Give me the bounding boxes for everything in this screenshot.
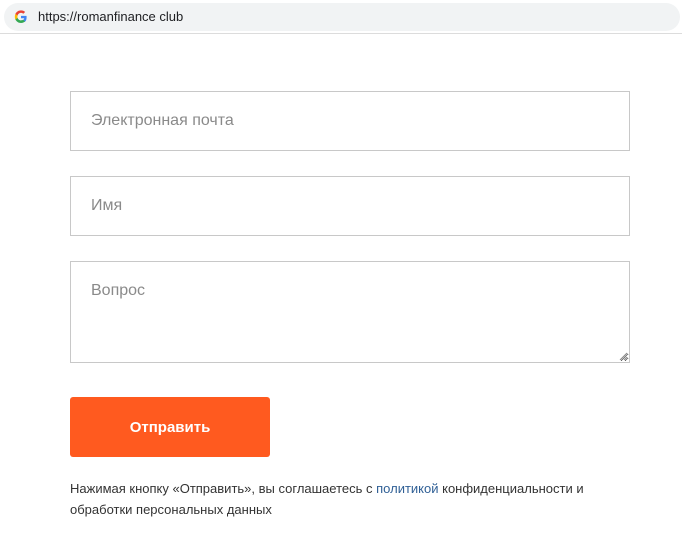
question-field[interactable] — [70, 261, 630, 363]
browser-toolbar: https://romanfinance club — [0, 0, 682, 34]
consent-text: Нажимая кнопку «Отправить», вы соглашает… — [70, 478, 640, 520]
privacy-policy-link[interactable]: политикой — [376, 481, 438, 496]
consent-text-before: Нажимая кнопку «Отправить», вы соглашает… — [70, 481, 377, 496]
url-text[interactable]: https://romanfinance club — [38, 9, 183, 25]
resize-grip-icon[interactable] — [618, 351, 628, 361]
address-bar[interactable]: https://romanfinance club — [4, 3, 680, 31]
submit-button[interactable]: Отправить — [70, 397, 270, 457]
google-g-icon — [14, 9, 28, 25]
email-field[interactable] — [70, 91, 630, 151]
name-field[interactable] — [70, 176, 630, 236]
